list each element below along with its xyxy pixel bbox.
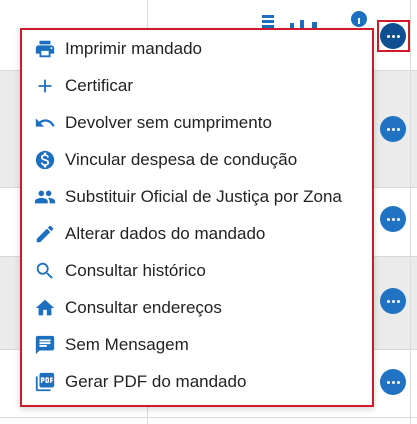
menu-item-label: Sem Mensagem xyxy=(65,334,189,354)
undo-icon xyxy=(34,112,56,134)
more-options-button[interactable] xyxy=(380,288,406,314)
search-icon xyxy=(34,260,56,282)
info-icon[interactable] xyxy=(350,10,368,28)
menu-item-gerar-pdf[interactable]: Gerar PDF do mandado xyxy=(22,363,372,400)
menu-item-label: Consultar histórico xyxy=(65,260,206,280)
message-icon xyxy=(34,334,56,356)
tool-icon[interactable] xyxy=(290,14,330,28)
people-icon xyxy=(34,186,56,208)
column-divider xyxy=(410,0,411,424)
menu-item-label: Imprimir mandado xyxy=(65,38,202,58)
list-icon[interactable] xyxy=(262,14,276,28)
column-divider xyxy=(147,407,148,424)
menu-item-label: Devolver sem cumprimento xyxy=(65,112,272,132)
actions-menu: Imprimir mandado Certificar Devolver sem… xyxy=(20,28,374,407)
menu-item-label: Alterar dados do mandado xyxy=(65,223,266,243)
dollar-icon xyxy=(34,149,56,171)
column-divider xyxy=(147,0,148,28)
more-icon xyxy=(386,34,400,38)
home-icon xyxy=(34,297,56,319)
menu-item-label: Substituir Oficial de Justiça por Zona xyxy=(65,186,342,206)
menu-item-consultar-historico[interactable]: Consultar histórico xyxy=(22,252,372,289)
more-options-button[interactable] xyxy=(380,206,406,232)
menu-item-alterar-dados[interactable]: Alterar dados do mandado xyxy=(22,215,372,252)
plus-icon xyxy=(34,75,56,97)
menu-item-vincular-despesa[interactable]: Vincular despesa de condução xyxy=(22,141,372,178)
menu-item-label: Vincular despesa de condução xyxy=(65,149,298,169)
printer-icon xyxy=(34,38,56,60)
more-icon xyxy=(386,217,400,221)
row-divider xyxy=(0,417,417,418)
more-icon xyxy=(386,380,400,384)
more-icon xyxy=(386,127,400,131)
menu-item-substituir-oficial[interactable]: Substituir Oficial de Justiça por Zona xyxy=(22,178,372,215)
menu-item-label: Gerar PDF do mandado xyxy=(65,371,247,391)
more-options-button[interactable] xyxy=(380,116,406,142)
menu-item-consultar-enderecos[interactable]: Consultar endereços xyxy=(22,289,372,326)
pdf-icon xyxy=(34,371,56,393)
more-options-button[interactable] xyxy=(380,23,406,49)
menu-item-devolver-sem-cumprimento[interactable]: Devolver sem cumprimento xyxy=(22,104,372,141)
menu-item-label: Certificar xyxy=(65,75,134,95)
menu-item-label: Consultar endereços xyxy=(65,297,222,317)
more-icon xyxy=(386,299,400,303)
menu-item-certificar[interactable]: Certificar xyxy=(22,67,372,104)
menu-item-imprimir-mandado[interactable]: Imprimir mandado xyxy=(22,30,372,67)
more-options-button[interactable] xyxy=(380,369,406,395)
pencil-icon xyxy=(34,223,56,245)
menu-item-sem-mensagem[interactable]: Sem Mensagem xyxy=(22,326,372,363)
